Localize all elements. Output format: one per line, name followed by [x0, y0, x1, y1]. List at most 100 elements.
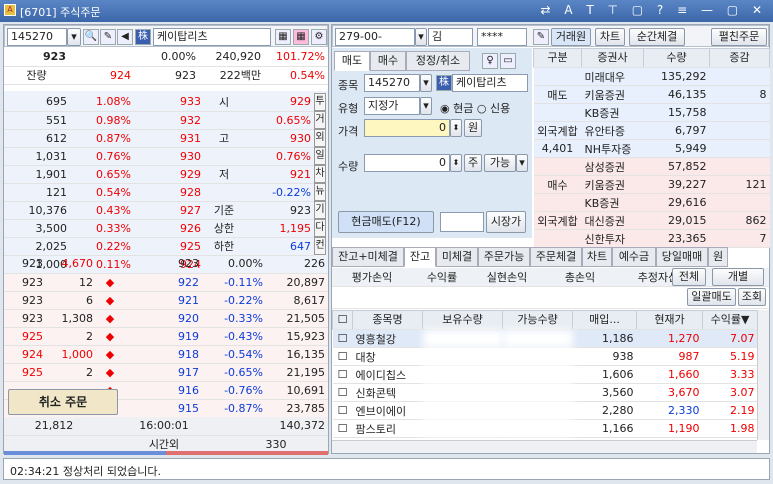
bid-row[interactable]: 924 1,000 ◆ 918 -0.54% 16,135	[4, 345, 328, 364]
bid-price[interactable]: 919	[124, 327, 202, 346]
bottom-tab[interactable]: 예수금	[612, 247, 656, 267]
table-row[interactable]: ☐ 팜스토리 1,166 1,190 1.98	[332, 419, 758, 438]
bottom-tab[interactable]: 미체결	[436, 247, 478, 267]
bottom-tab[interactable]: 주문가능	[478, 247, 530, 267]
holdings-header-cell[interactable]: 수익률▼	[702, 310, 758, 330]
bid-price[interactable]: 915	[124, 399, 202, 418]
side-tab[interactable]: 외	[314, 129, 326, 147]
ask-row[interactable]: 1,901 0.65% 929	[4, 165, 204, 184]
row-checkbox[interactable]: ☐	[332, 329, 353, 348]
holdings-header-cell[interactable]: 매입...	[572, 310, 637, 330]
bid-row[interactable]: 923 12 ◆ 922 -0.11% 20,897	[4, 273, 328, 292]
order-code-input[interactable]: 145270	[364, 74, 420, 92]
query-button[interactable]: 조회	[737, 288, 766, 306]
code-dropdown-button[interactable]: ▾	[67, 28, 81, 46]
bottom-tab[interactable]: 잔고	[404, 247, 436, 267]
price-spinner[interactable]: ⬍	[450, 119, 462, 137]
bid-price[interactable]: 916	[124, 381, 202, 400]
broker-button[interactable]: 거래원	[551, 28, 591, 46]
bid-row[interactable]: 925 2 ◆ 917 -0.65% 21,195	[4, 363, 328, 382]
ask-row[interactable]: 2,025 0.22% 925	[4, 237, 204, 256]
table-row[interactable]: ☐ 신화콘텍 3,560 3,670 3.07	[332, 383, 758, 402]
ask-price[interactable]: 932	[134, 111, 204, 130]
tick-execution-button[interactable]: 순간체결	[629, 28, 685, 46]
ask-row[interactable]: 3,500 0.33% 926	[4, 219, 204, 238]
bid-row[interactable]: 923 1,308 ◆ 920 -0.33% 21,505	[4, 309, 328, 328]
row-checkbox[interactable]: ☐	[332, 365, 353, 384]
cash-sell-submit-button[interactable]: 현금매도(F12)	[338, 211, 434, 233]
layout-icon[interactable]: ▦	[275, 29, 291, 45]
cancel-order-button[interactable]: 취소 주문	[8, 389, 118, 415]
table-row[interactable]: ☐ 영흥철강 1,186 1,270 7.07	[332, 329, 758, 348]
ask-price[interactable]: 928	[134, 183, 204, 202]
holdings-scrollbar[interactable]	[757, 310, 769, 440]
account-number-input[interactable]: 279-00-001162	[335, 28, 415, 59]
bid-row[interactable]: 923 4,670 923 0.00% 226	[4, 255, 328, 274]
bulk-sell-button[interactable]: 일괄매도	[687, 288, 736, 306]
order-type-select[interactable]: 지정가	[364, 97, 420, 115]
side-tab[interactable]: 기	[314, 201, 326, 219]
bid-price[interactable]: 922	[124, 273, 202, 292]
row-checkbox[interactable]: ☐	[332, 383, 353, 402]
available-button[interactable]: 가능	[484, 154, 516, 172]
holdings-header-cell[interactable]: 보유수량	[422, 310, 503, 330]
filter-all-select[interactable]: 전체	[672, 268, 706, 286]
holdings-header-cell[interactable]: 종목명	[352, 310, 423, 330]
cash-radio[interactable]: ◉ 현금 ○ 신용	[440, 100, 510, 116]
speaker-icon[interactable]: ◀	[117, 29, 133, 45]
side-tab[interactable]: 뉴	[314, 183, 326, 201]
ask-row[interactable]: 10,376 0.43% 927	[4, 201, 204, 220]
row-checkbox[interactable]: ☐	[332, 419, 353, 438]
ask-price[interactable]: 933	[134, 93, 204, 112]
side-tab[interactable]: 컨	[314, 237, 326, 255]
wrench-icon[interactable]: ✎	[533, 29, 549, 45]
holdings-header-cell[interactable]: 현재가	[636, 310, 703, 330]
table-row[interactable]: ☐ 대창 938 987 5.19	[332, 347, 758, 366]
side-tab[interactable]: 투	[314, 93, 326, 111]
wrench-icon[interactable]: ✎	[100, 29, 116, 45]
side-tab[interactable]: 차	[314, 165, 326, 183]
ask-price[interactable]: 925	[134, 237, 204, 256]
ask-price[interactable]: 929	[134, 165, 204, 184]
bid-price[interactable]: 918	[124, 345, 202, 364]
expanded-order-button[interactable]: 펼친주문	[711, 28, 767, 46]
bottom-tab[interactable]: 원	[708, 247, 728, 267]
bid-price[interactable]: 917	[124, 363, 202, 382]
tab-modify-cancel[interactable]: 정정/취소	[406, 51, 470, 71]
qty-spinner[interactable]: ⬍	[450, 154, 462, 172]
row-checkbox[interactable]: ☐	[332, 401, 353, 420]
order-type-dropdown[interactable]: ▾	[420, 97, 432, 115]
bid-price[interactable]: 921	[124, 291, 202, 310]
account-dropdown-button[interactable]: ▾	[415, 28, 427, 46]
order-qty-input[interactable]: 0	[364, 154, 450, 172]
password-input[interactable]: ****	[477, 28, 527, 46]
stock-code-input[interactable]: 145270	[7, 28, 67, 46]
ask-price[interactable]: 927	[134, 201, 204, 220]
search-icon[interactable]: 🔍	[83, 29, 99, 45]
ask-row[interactable]: 551 0.98% 932	[4, 111, 204, 130]
ask-price[interactable]: 930	[134, 147, 204, 166]
ask-price[interactable]: 926	[134, 219, 204, 238]
ask-row[interactable]: 612 0.87% 931	[4, 129, 204, 148]
order-code-dropdown[interactable]: ▾	[420, 74, 432, 92]
tab-sell[interactable]: 매도	[334, 51, 370, 71]
order-price-input[interactable]: 0	[364, 119, 450, 137]
table-row[interactable]: ☐ 엔브이에이 2,280 2,330 2.19	[332, 401, 758, 420]
market-price-button[interactable]: 시장가	[486, 211, 526, 233]
bid-row[interactable]: 923 6 ◆ 921 -0.22% 8,617	[4, 291, 328, 310]
chart-button[interactable]: 차트	[595, 28, 625, 46]
ask-row[interactable]: 1,031 0.76% 930	[4, 147, 204, 166]
bottom-tab[interactable]: 잔고+미체결	[332, 247, 404, 267]
pin-icon[interactable]: ♀	[482, 53, 498, 69]
grid-icon[interactable]: ▦	[293, 29, 309, 45]
window-controls[interactable]: ⇄ A T ⊤ ▢ ? ≡ — ▢ ✕	[540, 3, 767, 17]
settings-icon[interactable]: ⚙	[311, 29, 327, 45]
side-tab[interactable]: 거	[314, 111, 326, 129]
side-tab[interactable]: 일	[314, 147, 326, 165]
won-button[interactable]: 원	[464, 119, 482, 137]
bottom-tab[interactable]: 주문체결	[530, 247, 582, 267]
ask-row[interactable]: 695 1.08% 933	[4, 93, 204, 112]
side-tab[interactable]: 다	[314, 219, 326, 237]
popup-icon[interactable]: ▭	[500, 53, 516, 69]
ask-price[interactable]: 931	[134, 129, 204, 148]
